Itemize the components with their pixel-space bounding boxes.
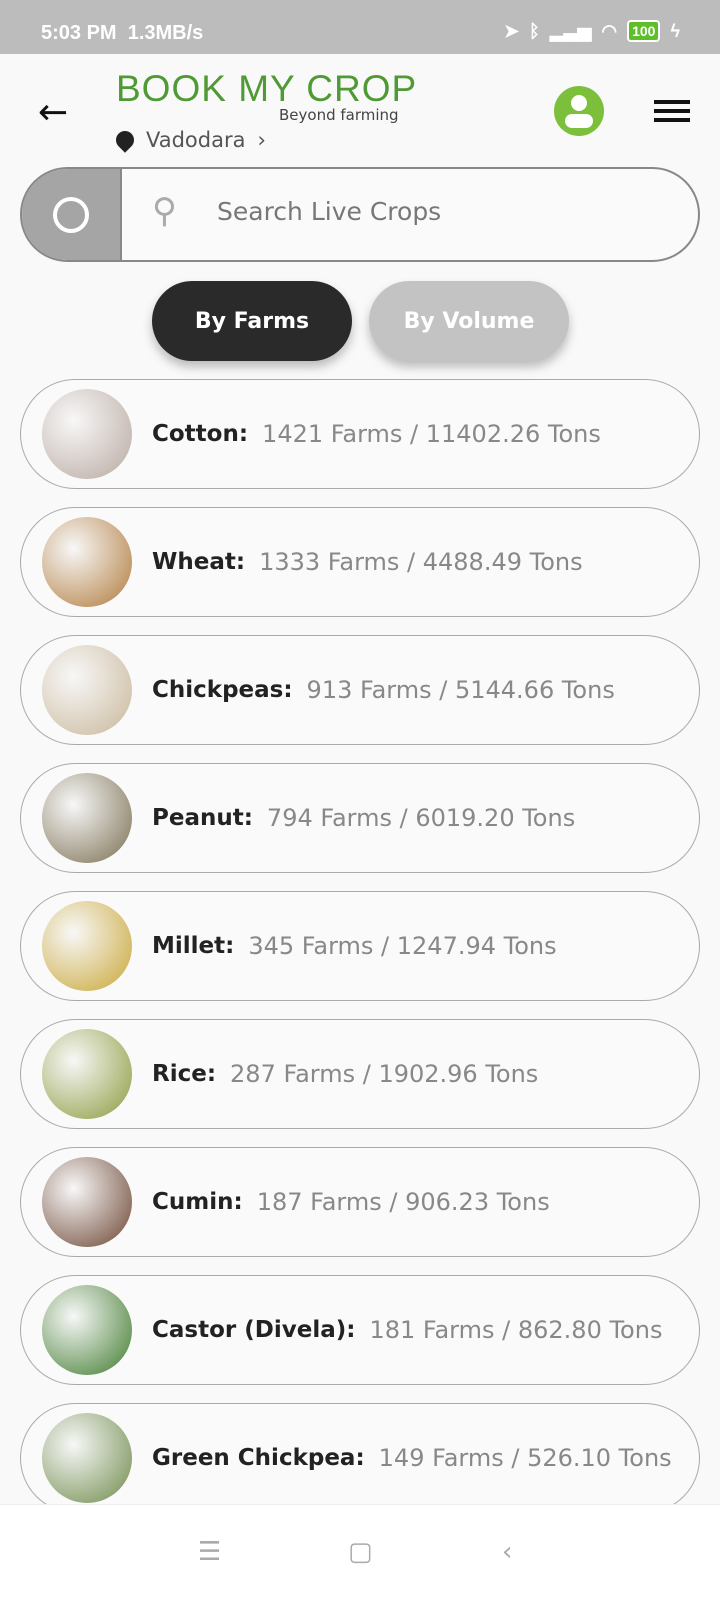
battery-icon: 100	[627, 20, 661, 42]
location-icon: ➤	[503, 20, 520, 41]
crop-stats: 794 Farms / 6019.20 Tons	[266, 804, 576, 832]
crop-name: Cumin:	[152, 1189, 243, 1215]
crop-row[interactable]: Castor (Divela): 181 Farms / 862.80 Tons	[20, 1275, 700, 1385]
tagline: Beyond farming	[279, 106, 399, 124]
search-icon: ⚲	[152, 191, 177, 231]
search-bar: ⚲ Search Live Crops	[20, 167, 700, 262]
search-input[interactable]: Search Live Crops	[217, 197, 441, 226]
crop-stats: 345 Farms / 1247.94 Tons	[248, 932, 557, 960]
crop-row[interactable]: Peanut: 794 Farms / 6019.20 Tons	[20, 763, 700, 873]
crop-image	[42, 901, 132, 991]
home-icon[interactable]: ▢	[348, 1537, 373, 1567]
clock: 5:03 PM	[41, 22, 117, 44]
crop-row[interactable]: Millet: 345 Farms / 1247.94 Tons	[20, 891, 700, 1001]
pin-icon	[112, 127, 138, 153]
crop-row[interactable]: Chickpeas: 913 Farms / 5144.66 Tons	[20, 635, 700, 745]
location-selector[interactable]: Vadodara ›	[112, 127, 266, 153]
chevron-right-icon: ›	[257, 128, 266, 152]
crop-image	[42, 645, 132, 735]
crosshair-icon	[53, 197, 89, 233]
wifi-icon: ◠	[601, 20, 618, 41]
hamburger-menu-icon[interactable]	[654, 100, 690, 122]
crop-name: Wheat:	[152, 549, 246, 575]
crop-row[interactable]: Wheat: 1333 Farms / 4488.49 Tons	[20, 507, 700, 617]
crop-stats: 913 Farms / 5144.66 Tons	[306, 676, 615, 704]
back-arrow-icon[interactable]: ←	[38, 92, 68, 133]
status-bar: 5:03 PM 1.3MB/s ➤ ᛒ ▂▃▅ ◠ 100 ϟ	[0, 0, 720, 54]
crop-name: Cotton:	[152, 421, 249, 447]
bluetooth-icon: ᛒ	[529, 20, 540, 41]
crop-image	[42, 517, 132, 607]
crop-stats: 1421 Farms / 11402.26 Tons	[262, 420, 601, 448]
crop-stats: 1333 Farms / 4488.49 Tons	[259, 548, 583, 576]
crop-image	[42, 1413, 132, 1503]
crop-image	[42, 1029, 132, 1119]
tab-by-volume[interactable]: By Volume	[369, 281, 569, 361]
gps-button[interactable]	[22, 169, 122, 260]
crop-name: Millet:	[152, 933, 235, 959]
crop-name: Green Chickpea:	[152, 1445, 365, 1471]
profile-icon[interactable]	[554, 86, 604, 136]
network-speed: 1.3MB/s	[127, 22, 204, 44]
system-nav-bar: ☰ ▢ ‹	[0, 1504, 720, 1600]
crop-stats: 149 Farms / 526.10 Tons	[378, 1444, 672, 1472]
crop-name: Castor (Divela):	[152, 1317, 356, 1343]
charging-icon: ϟ	[670, 20, 680, 41]
view-toggle: By Farms By Volume	[152, 281, 569, 361]
crop-image	[42, 389, 132, 479]
crop-row[interactable]: Rice: 287 Farms / 1902.96 Tons	[20, 1019, 700, 1129]
signal-icon: ▂▃▅	[549, 20, 592, 41]
crop-stats: 187 Farms / 906.23 Tons	[256, 1188, 550, 1216]
location-label: Vadodara	[146, 128, 246, 152]
crop-image	[42, 773, 132, 863]
back-icon[interactable]: ‹	[502, 1537, 512, 1567]
crop-name: Peanut:	[152, 805, 253, 831]
crop-image	[42, 1157, 132, 1247]
crop-stats: 287 Farms / 1902.96 Tons	[230, 1060, 539, 1088]
logo: BOOK MY CROP	[116, 68, 418, 109]
tab-by-farms[interactable]: By Farms	[152, 281, 352, 361]
crop-row[interactable]: Cotton: 1421 Farms / 11402.26 Tons	[20, 379, 700, 489]
crop-image	[42, 1285, 132, 1375]
crop-stats: 181 Farms / 862.80 Tons	[369, 1316, 663, 1344]
crop-row[interactable]: Cumin: 187 Farms / 906.23 Tons	[20, 1147, 700, 1257]
crop-name: Chickpeas:	[152, 677, 293, 703]
recents-icon[interactable]: ☰	[198, 1537, 221, 1567]
crop-row[interactable]: Green Chickpea: 149 Farms / 526.10 Tons	[20, 1403, 700, 1513]
crop-name: Rice:	[152, 1061, 217, 1087]
